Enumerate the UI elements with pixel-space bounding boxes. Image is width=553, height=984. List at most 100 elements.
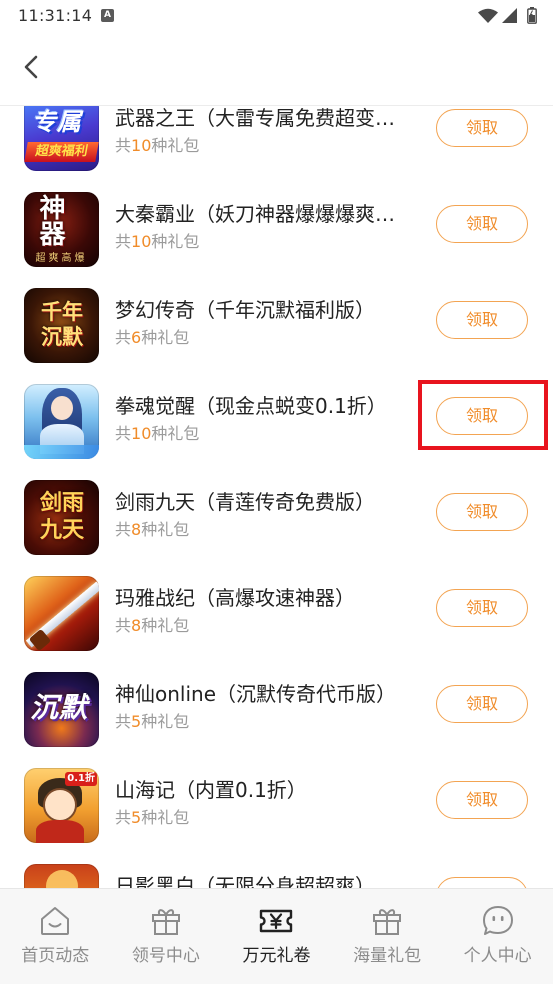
gift-suffix: 种礼包 (141, 808, 190, 827)
nav-label: 领号中心 (131, 946, 200, 966)
gift-suffix: 种礼包 (141, 520, 190, 539)
gift-count-text: 共5种礼包 (115, 807, 189, 829)
game-icon: 千年沉默 (24, 288, 99, 363)
nav-item-profile[interactable]: 个人中心 (442, 889, 553, 984)
gift-suffix: 种礼包 (151, 424, 200, 443)
game-icon: 剑雨九天 (24, 480, 99, 555)
smiley-bubble-icon (482, 906, 513, 935)
nav-item-account-center[interactable]: 领号中心 (111, 889, 222, 984)
gift-suffix: 种礼包 (141, 616, 190, 635)
gift-count-text: 共10种礼包 (115, 135, 199, 157)
gift-count: 6 (131, 328, 142, 347)
nav-item-coupons[interactable]: 万元礼卷 (221, 889, 332, 984)
nav-item-home[interactable]: 首页动态 (0, 889, 111, 984)
gift-count: 8 (131, 520, 142, 539)
gift-count-text: 共5种礼包 (115, 711, 189, 733)
claim-button[interactable] (436, 877, 528, 888)
character-face (43, 788, 77, 822)
game-title: 拳魂觉醒（现金点蜕变0.1折） (115, 394, 387, 418)
gift-prefix: 共 (115, 232, 132, 251)
game-icon (24, 384, 99, 459)
gift-suffix: 种礼包 (141, 712, 190, 731)
game-title: 大秦霸业（妖刀神器爆爆爆爽… (115, 202, 395, 226)
game-icon: 沉默 (24, 672, 99, 747)
nav-label: 个人中心 (463, 946, 532, 966)
game-icon: 神器 超爽高爆 (24, 192, 99, 267)
gift-prefix: 共 (115, 616, 132, 635)
game-icon: 0.1折 (24, 768, 99, 843)
bottom-nav: 首页动态 领号中心 万元礼卷 海量礼包 个人中心 (0, 888, 553, 984)
gift-count-text: 共8种礼包 (115, 519, 189, 541)
game-icon (24, 576, 99, 651)
game-icon-lettering: 千年沉默 (41, 300, 83, 349)
game-icon-lettering: 剑雨九天 (39, 491, 84, 543)
chevron-left-icon (24, 55, 38, 79)
game-icon-lettering: 专属 (32, 108, 82, 136)
claim-button[interactable]: 领取 (436, 109, 528, 147)
gift-count: 5 (131, 808, 142, 827)
moon-art (46, 870, 78, 888)
gift-suffix: 种礼包 (151, 136, 200, 155)
gift-count-text: 共8种礼包 (115, 615, 189, 637)
game-title: 山海记（内置0.1折） (115, 778, 307, 802)
game-list-item[interactable]: 专属 超爽福利 武器之王（大雷专属免费超变… 共10种礼包 领取 (0, 106, 553, 181)
game-title: 武器之王（大雷专属免费超变… (115, 106, 395, 130)
game-title: 梦幻传奇（千年沉默福利版） (115, 298, 375, 322)
game-icon-lettering: 沉默 (30, 691, 89, 724)
signal-icon (502, 8, 517, 23)
gift-prefix: 共 (115, 328, 132, 347)
game-list-item[interactable]: 神器 超爽高爆 大秦霸业（妖刀神器爆爆爆爽… 共10种礼包 领取 (0, 181, 553, 277)
gift-icon (373, 909, 402, 935)
game-icon-lettering: 神器 (35, 194, 65, 246)
game-icon (24, 864, 99, 888)
claim-button[interactable]: 领取 (436, 493, 528, 531)
character-face (51, 396, 73, 420)
claim-button[interactable]: 领取 (436, 301, 528, 339)
game-list-item[interactable]: 千年沉默 梦幻传奇（千年沉默福利版） 共6种礼包 领取 (0, 277, 553, 373)
home-icon (41, 907, 70, 935)
game-list-item[interactable]: 0.1折 山海记（内置0.1折） 共5种礼包 领取 (0, 757, 553, 853)
gift-count: 10 (131, 136, 152, 155)
gift-count: 10 (131, 424, 152, 443)
gift-prefix: 共 (115, 136, 132, 155)
game-title: 玛雅战纪（高爆攻速神器） (115, 586, 355, 610)
claim-button[interactable]: 领取 (436, 685, 528, 723)
discount-badge: 0.1折 (65, 772, 97, 786)
game-list-item[interactable]: 剑雨九天 剑雨九天（青莲传奇免费版） 共8种礼包 领取 (0, 469, 553, 565)
page-header (0, 32, 553, 106)
gift-suffix: 种礼包 (151, 232, 200, 251)
gift-prefix: 共 (115, 424, 132, 443)
highlight-annotation-box (418, 380, 548, 450)
notification-icon: A (101, 9, 114, 22)
game-title: 日影黑白（无限分身超超爽） (115, 874, 375, 888)
claim-button[interactable]: 领取 (436, 205, 528, 243)
gift-icon (151, 909, 180, 935)
gift-count: 8 (131, 616, 142, 635)
nav-item-gift-packs[interactable]: 海量礼包 (332, 889, 443, 984)
gift-count-text: 共10种礼包 (115, 423, 199, 445)
game-title: 神仙online（沉默传奇代币版） (115, 682, 397, 706)
claim-button[interactable]: 领取 (436, 589, 528, 627)
game-list-item[interactable]: 日影黑白（无限分身超超爽） (0, 853, 553, 888)
claim-button[interactable]: 领取 (436, 781, 528, 819)
game-icon-lettering: 超爽福利 (24, 142, 99, 162)
nav-label: 首页动态 (21, 946, 90, 966)
gift-game-list[interactable]: 专属 超爽福利 武器之王（大雷专属免费超变… 共10种礼包 领取 神器 超爽高爆… (0, 106, 553, 888)
game-list-item[interactable]: 玛雅战纪（高爆攻速神器） 共8种礼包 领取 (0, 565, 553, 661)
battery-icon (527, 7, 537, 24)
gift-suffix: 种礼包 (141, 328, 190, 347)
gift-count: 5 (131, 712, 142, 731)
logo-band (24, 445, 99, 459)
character-body (36, 820, 84, 843)
game-icon-lettering: 超爽高爆 (35, 253, 88, 264)
gift-prefix: 共 (115, 520, 132, 539)
back-button[interactable] (17, 52, 47, 82)
nav-label: 万元礼卷 (242, 946, 311, 966)
nav-label: 海量礼包 (353, 946, 422, 966)
game-title: 剑雨九天（青莲传奇免费版） (115, 490, 375, 514)
game-list-item[interactable]: 沉默 神仙online（沉默传奇代币版） 共5种礼包 领取 (0, 661, 553, 757)
gift-count-text: 共6种礼包 (115, 327, 189, 349)
ticket-yen-icon (260, 909, 293, 933)
gift-prefix: 共 (115, 712, 132, 731)
status-bar: 11:31:14 A (0, 0, 553, 32)
